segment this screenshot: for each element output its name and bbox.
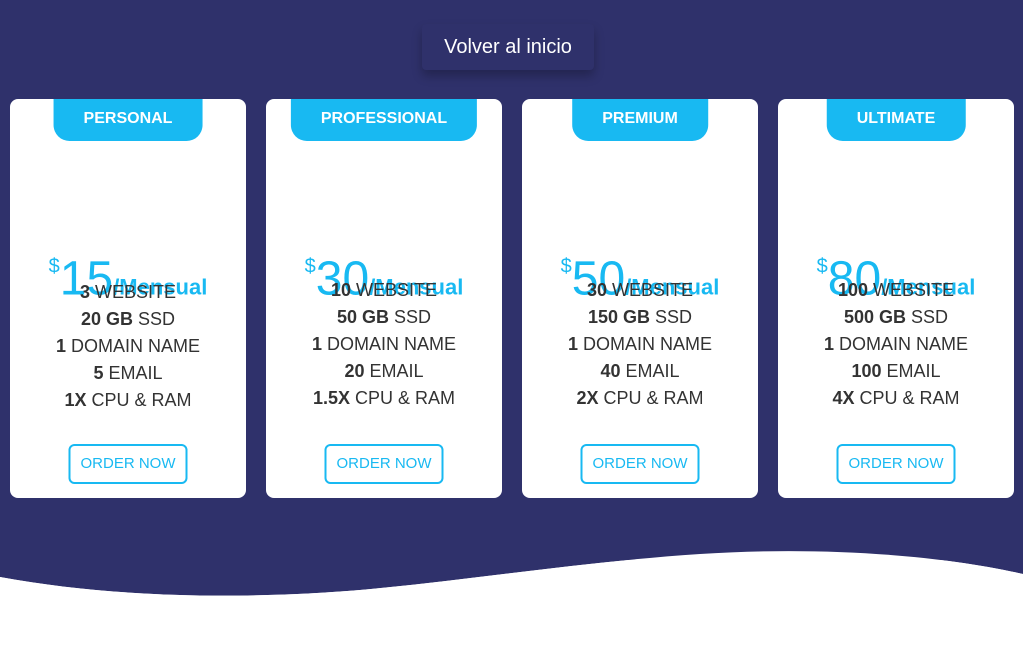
plan-card-ultimate: ULTIMATE $80/Mensual 100 WEBSITE 500 GB … bbox=[778, 99, 1014, 498]
price-currency: $ bbox=[816, 255, 828, 278]
feature-websites: 3 WEBSITE bbox=[79, 282, 177, 302]
order-now-button[interactable]: ORDER NOW bbox=[836, 444, 956, 484]
wave-divider bbox=[0, 551, 1023, 656]
pricing-page: Volver al inicio PERSONAL $15/Mensual 3 … bbox=[0, 0, 1023, 656]
order-now-button[interactable]: ORDER NOW bbox=[324, 444, 444, 484]
price-currency: $ bbox=[304, 255, 316, 278]
feature-list: 100 WEBSITE 500 GB SSD 1 DOMAIN NAME 100… bbox=[778, 277, 1014, 412]
plan-card-premium: PREMIUM $50/Mensual 30 WEBSITE 150 GB SS… bbox=[522, 99, 758, 498]
feature-domains: 1 DOMAIN NAME bbox=[311, 334, 457, 354]
feature-list: 10 WEBSITE 50 GB SSD 1 DOMAIN NAME 20 EM… bbox=[266, 277, 502, 412]
plan-name-tab: PREMIUM bbox=[572, 99, 708, 141]
feature-list: 3 WEBSITE 20 GB SSD 1 DOMAIN NAME 5 EMAI… bbox=[10, 279, 246, 414]
plan-card-professional: PROFESSIONAL $30/Mensual 10 WEBSITE 50 G… bbox=[266, 99, 502, 498]
feature-storage: 50 GB SSD bbox=[336, 307, 432, 327]
feature-list: 30 WEBSITE 150 GB SSD 1 DOMAIN NAME 40 E… bbox=[522, 277, 758, 412]
price-currency: $ bbox=[48, 255, 60, 278]
feature-storage: 150 GB SSD bbox=[587, 307, 693, 327]
feature-domains: 1 DOMAIN NAME bbox=[567, 334, 713, 354]
feature-email: 40 EMAIL bbox=[600, 361, 680, 381]
feature-websites: 10 WEBSITE bbox=[330, 280, 438, 300]
feature-cpu-ram: 1.5X CPU & RAM bbox=[312, 388, 456, 408]
feature-domains: 1 DOMAIN NAME bbox=[823, 334, 969, 354]
feature-cpu-ram: 4X CPU & RAM bbox=[832, 388, 960, 408]
feature-storage: 500 GB SSD bbox=[843, 307, 949, 327]
feature-email: 100 EMAIL bbox=[851, 361, 941, 381]
feature-cpu-ram: 1X CPU & RAM bbox=[64, 390, 192, 410]
order-now-button[interactable]: ORDER NOW bbox=[580, 444, 700, 484]
order-now-button[interactable]: ORDER NOW bbox=[68, 444, 188, 484]
feature-cpu-ram: 2X CPU & RAM bbox=[576, 388, 704, 408]
price-currency: $ bbox=[560, 255, 572, 278]
feature-email: 5 EMAIL bbox=[93, 363, 163, 383]
feature-websites: 30 WEBSITE bbox=[586, 280, 694, 300]
plan-name-tab: PERSONAL bbox=[53, 99, 203, 141]
plan-card-personal: PERSONAL $15/Mensual 3 WEBSITE 20 GB SSD… bbox=[10, 99, 246, 498]
feature-storage: 20 GB SSD bbox=[80, 309, 176, 329]
feature-websites: 100 WEBSITE bbox=[837, 280, 955, 300]
plan-name-tab: ULTIMATE bbox=[826, 99, 966, 141]
feature-email: 20 EMAIL bbox=[344, 361, 424, 381]
back-home-button[interactable]: Volver al inicio bbox=[422, 24, 594, 70]
plan-name-tab: PROFESSIONAL bbox=[290, 99, 478, 141]
feature-domains: 1 DOMAIN NAME bbox=[55, 336, 201, 356]
